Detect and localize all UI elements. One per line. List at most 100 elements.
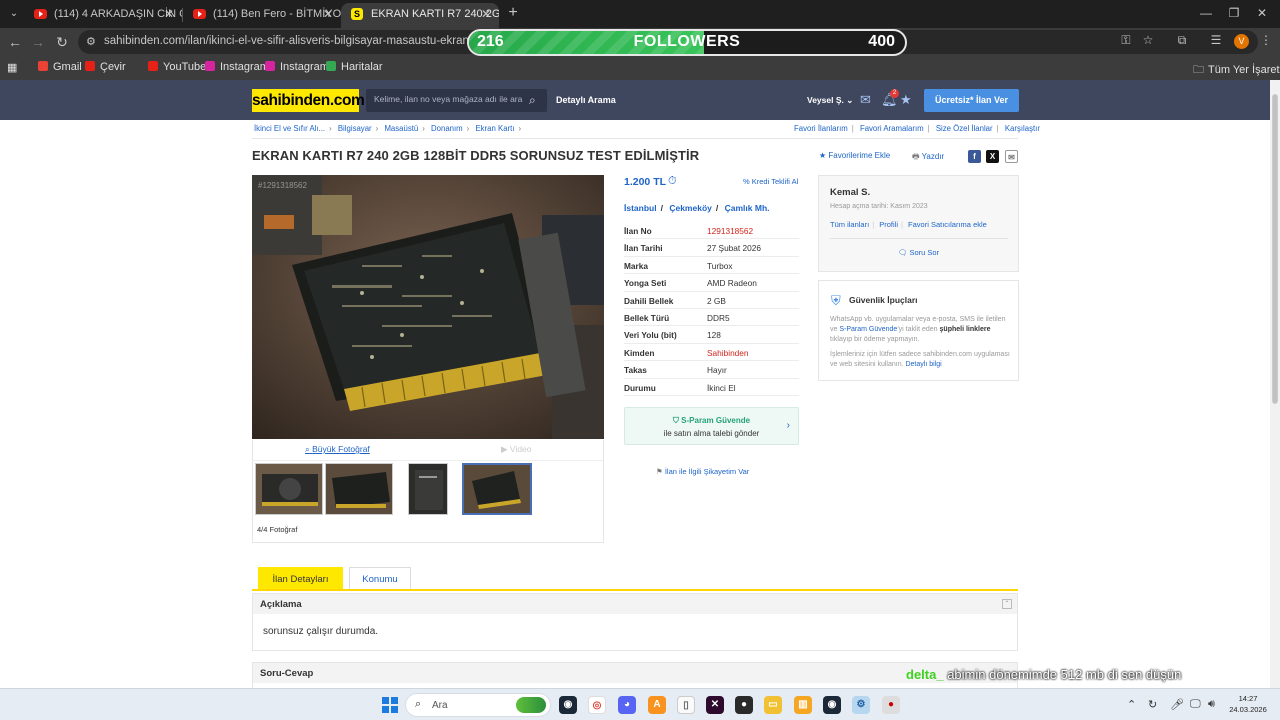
- email-share-icon[interactable]: ✉: [1005, 150, 1018, 163]
- seller-profile-link[interactable]: Profili: [879, 220, 898, 229]
- details-link[interactable]: Detaylı bilgi: [905, 361, 941, 368]
- windows-start-icon[interactable]: [382, 697, 398, 713]
- taskbar-clock[interactable]: 14:27 24.03.2026: [1226, 693, 1270, 715]
- bookmark-gmail[interactable]: Gmail: [38, 61, 82, 73]
- close-tab-icon[interactable]: ✕: [164, 3, 174, 25]
- close-tab-icon[interactable]: ✕: [481, 3, 491, 25]
- favorites-star-icon[interactable]: ★: [900, 92, 912, 108]
- extensions-puzzle-icon[interactable]: ⧉: [1174, 32, 1190, 48]
- credit-offer-link[interactable]: % Kredi Teklifi Al: [743, 177, 798, 186]
- facebook-share-icon[interactable]: f: [968, 150, 981, 163]
- instagram-icon: [265, 61, 275, 71]
- location-city[interactable]: İstanbul: [624, 203, 657, 213]
- profile-avatar[interactable]: V: [1234, 34, 1249, 49]
- sparam-box[interactable]: ⛉ S-Param Güvende ile satın alma talebi …: [624, 407, 799, 445]
- tray-volume-icon[interactable]: 🔊︎: [1208, 698, 1215, 711]
- all-bookmarks[interactable]: 🗀 Tüm Yer İşaretleri: [1193, 61, 1280, 80]
- file-explorer-icon[interactable]: ▭: [764, 696, 782, 714]
- browser-tab-2[interactable]: (114) Ben Fero - BİTMİYOR - Yo ✕: [183, 3, 341, 28]
- ask-question-button[interactable]: 🗨︎ Soru Sor: [819, 248, 1018, 257]
- password-key-icon[interactable]: ⚿: [1118, 32, 1134, 48]
- app-bars-icon[interactable]: ▥: [794, 696, 812, 714]
- page-scrollbar[interactable]: [1270, 80, 1280, 688]
- back-arrow-icon[interactable]: ←: [6, 33, 24, 51]
- fav-link[interactable]: Favori Aramalarım: [860, 124, 924, 133]
- new-tab-button[interactable]: +: [504, 4, 522, 22]
- close-tab-icon[interactable]: ✕: [323, 3, 333, 25]
- chrome-app-icon[interactable]: ◎: [588, 696, 606, 714]
- description-text: sorunsuz çalışır durumda.: [263, 626, 379, 637]
- price-history-icon[interactable]: ⏱: [668, 175, 677, 188]
- bookmark-instagram-2[interactable]: Instagram: [265, 61, 329, 73]
- steam-app-icon[interactable]: ◉: [559, 696, 577, 714]
- kebab-menu-icon[interactable]: ⋮: [1258, 32, 1274, 48]
- post-ad-button[interactable]: Ücretsiz* İlan Ver: [924, 89, 1019, 112]
- fav-link[interactable]: Favori İlanlarım: [794, 124, 848, 133]
- seller-box: Kemal S. Hesap açma tarihi: Kasım 2023 T…: [818, 175, 1019, 272]
- notepad-app-icon[interactable]: ▯: [677, 696, 695, 714]
- search-icon[interactable]: ⌕: [529, 93, 541, 107]
- photo-thumbnail-selected[interactable]: [462, 463, 532, 515]
- photo-thumbnail[interactable]: [255, 463, 323, 515]
- photo-thumbnail[interactable]: [408, 463, 448, 515]
- reading-list-icon[interactable]: ☰: [1208, 32, 1224, 48]
- site-logo[interactable]: sahibinden.com: [252, 89, 365, 112]
- location-district[interactable]: Çekmeköy: [669, 203, 712, 213]
- bookmark-maps[interactable]: Haritalar: [326, 61, 383, 73]
- obs-app-icon[interactable]: ●: [735, 696, 753, 714]
- breadcrumb-item[interactable]: İkinci El ve Sıfır Alı...: [254, 124, 325, 133]
- folder-icon: 🗀: [1193, 64, 1204, 76]
- photo-thumbnail[interactable]: [325, 463, 393, 515]
- site-info-icon[interactable]: ⚙: [86, 33, 100, 51]
- steam-app-icon-2[interactable]: ◉: [823, 696, 841, 714]
- forward-arrow-icon[interactable]: →: [29, 33, 47, 51]
- detailed-search-link[interactable]: Detaylı Arama: [556, 95, 616, 105]
- tab-location[interactable]: Konumu: [349, 567, 411, 590]
- print-link[interactable]: 🖶 Yazdır: [912, 151, 944, 165]
- main-listing-photo[interactable]: #1291318562: [252, 175, 604, 439]
- bookmark-cevir[interactable]: Çevir: [85, 61, 126, 73]
- bookmark-youtube[interactable]: YouTube: [148, 61, 206, 73]
- app-red-icon[interactable]: ●: [882, 696, 900, 714]
- tab-listing-details[interactable]: İlan Detayları: [258, 567, 343, 590]
- fav-link[interactable]: Size Özel İlanlar: [936, 124, 993, 133]
- settings-gear-icon[interactable]: ⚙: [852, 696, 870, 714]
- tray-microphone-icon[interactable]: 🎤︎: [1170, 698, 1184, 711]
- collapse-icon[interactable]: ⌃: [1002, 599, 1012, 609]
- tab-search-chevron-icon[interactable]: ⌄: [6, 6, 22, 22]
- capcut-app-icon[interactable]: ✕: [706, 696, 724, 714]
- restore-icon[interactable]: ❐: [1224, 4, 1244, 22]
- large-photo-link[interactable]: ⌕ Büyük Fotoğraf: [305, 444, 370, 455]
- x-share-icon[interactable]: X: [986, 150, 999, 163]
- location-neighborhood[interactable]: Çamlık Mh.: [725, 203, 770, 213]
- browser-tab-active[interactable]: S EKRAN KARTI R7 240 2GB 128B ✕: [341, 3, 499, 28]
- app-a-icon[interactable]: A: [648, 696, 666, 714]
- apps-grid-icon[interactable]: ▦: [7, 61, 17, 74]
- seller-all-listings-link[interactable]: Tüm ilanları: [830, 220, 869, 229]
- breadcrumb-item[interactable]: Ekran Kartı: [475, 124, 514, 133]
- taskbar-search[interactable]: ⌕ Ara: [405, 693, 551, 717]
- bookmark-star-icon[interactable]: ☆: [1140, 32, 1156, 48]
- discord-app-icon[interactable]: ◕: [618, 696, 636, 714]
- seller-favorite-link[interactable]: Favori Satıcılarıma ekle: [908, 220, 987, 229]
- scrollbar-thumb[interactable]: [1272, 94, 1278, 404]
- reload-icon[interactable]: ↻: [53, 33, 71, 51]
- messages-envelope-icon[interactable]: ✉: [860, 92, 871, 108]
- search-input[interactable]: [374, 94, 524, 104]
- large-photo-label: Büyük Fotoğraf: [312, 444, 370, 454]
- close-window-icon[interactable]: ✕: [1252, 4, 1272, 22]
- add-favorite-link[interactable]: ★ Favorilerime Ekle: [819, 151, 890, 160]
- breadcrumb-item[interactable]: Bilgisayar: [338, 124, 372, 133]
- user-menu[interactable]: Veysel Ş. ⌄: [807, 95, 853, 106]
- sparam-link[interactable]: S-Param Güvende: [839, 326, 897, 333]
- minimize-icon[interactable]: —: [1196, 4, 1216, 22]
- breadcrumb-item[interactable]: Masaüstü: [384, 124, 418, 133]
- browser-tab-1[interactable]: (114) 4 ARKADAŞIN CİN ÇAĞIRI ✕: [24, 3, 182, 28]
- tray-network-icon[interactable]: 🖵: [1190, 698, 1201, 711]
- breadcrumb-item[interactable]: Donanım: [431, 124, 463, 133]
- tray-sync-icon[interactable]: ↻: [1148, 698, 1157, 711]
- tray-chevron-icon[interactable]: ⌃: [1127, 698, 1136, 711]
- complaint-link[interactable]: ⚑ İlan ile İlgili Şikayetim Var: [656, 467, 749, 476]
- fav-link[interactable]: Karşılaştır: [1005, 124, 1040, 133]
- bookmark-instagram-1[interactable]: Instagram: [205, 61, 269, 73]
